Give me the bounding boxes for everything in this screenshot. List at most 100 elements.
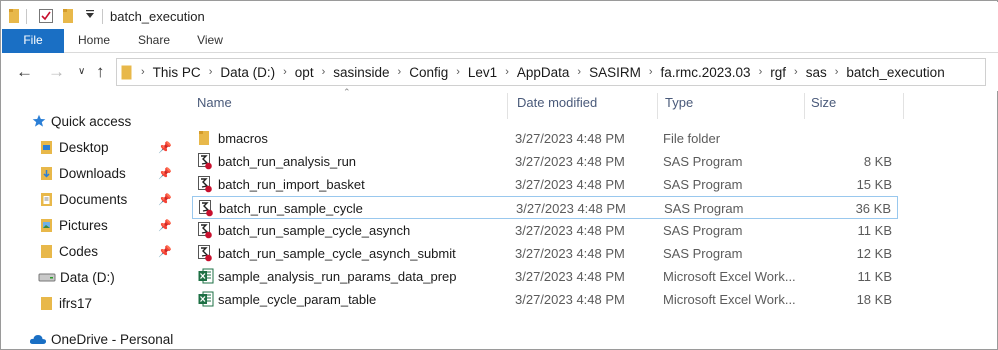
breadcrumb-batch-execution[interactable]: batch_execution xyxy=(843,65,947,80)
nav-item-label: Data (D:) xyxy=(60,269,115,285)
column-divider[interactable] xyxy=(507,93,508,119)
file-name: batch_run_sample_cycle xyxy=(219,201,363,216)
breadcrumb-fa-rmc[interactable]: fa.rmc.2023.03 xyxy=(658,65,754,80)
chevron-right-icon[interactable]: › xyxy=(278,66,292,78)
excel-icon xyxy=(198,291,214,310)
file-date: 3/27/2023 4:48 PM xyxy=(515,223,625,238)
file-row[interactable]: batch_run_sample_cycle_asynch_submit 3/2… xyxy=(192,242,898,265)
nav-item-label: ifrs17 xyxy=(59,295,93,311)
pin-icon[interactable]: 📌 xyxy=(158,141,172,154)
up-arrow-icon[interactable]: ↑ xyxy=(96,62,105,82)
column-divider[interactable] xyxy=(657,93,658,119)
new-folder-icon[interactable] xyxy=(62,8,74,27)
nav-item-data-drive[interactable]: Data (D:) xyxy=(38,265,115,289)
nav-item-pictures[interactable]: Pictures xyxy=(40,213,108,237)
sas-program-icon xyxy=(199,200,213,220)
file-row[interactable]: batch_run_sample_cycle_asynch 3/27/2023 … xyxy=(192,219,898,242)
pin-icon[interactable]: 📌 xyxy=(158,219,172,232)
breadcrumb-lev1[interactable]: Lev1 xyxy=(465,65,500,80)
file-size: 11 KB xyxy=(857,223,892,238)
back-arrow-icon[interactable]: ← xyxy=(16,62,33,82)
column-divider[interactable] xyxy=(804,93,805,119)
breadcrumb-rgf[interactable]: rgf xyxy=(767,65,789,80)
tab-file[interactable]: File xyxy=(2,29,64,53)
column-header-date[interactable]: Date modified xyxy=(517,95,597,117)
pin-icon[interactable]: 📌 xyxy=(158,245,172,258)
column-divider[interactable] xyxy=(903,93,904,119)
chevron-right-icon[interactable]: › xyxy=(789,66,803,78)
nav-item-label: OneDrive - Personal xyxy=(51,331,174,347)
breadcrumb-sas[interactable]: sas xyxy=(803,65,830,80)
chevron-right-icon[interactable]: › xyxy=(136,66,150,78)
file-date: 3/27/2023 4:48 PM xyxy=(515,246,625,261)
column-header-type[interactable]: Type xyxy=(665,95,693,117)
chevron-right-icon[interactable]: › xyxy=(830,66,844,78)
ribbon-tabs: File Home Share View xyxy=(2,29,998,53)
file-name: batch_run_sample_cycle_asynch xyxy=(218,223,411,238)
breadcrumb-this-pc[interactable]: This PC xyxy=(150,65,204,80)
chevron-right-icon[interactable]: › xyxy=(451,66,465,78)
pin-icon[interactable]: 📌 xyxy=(158,193,172,206)
tab-share[interactable]: Share xyxy=(130,29,178,53)
file-row-selected[interactable]: batch_run_sample_cycle 3/27/2023 4:48 PM… xyxy=(192,196,898,219)
chevron-right-icon[interactable]: › xyxy=(204,66,218,78)
nav-quick-access[interactable]: Quick access xyxy=(32,109,131,133)
file-date: 3/27/2023 4:48 PM xyxy=(515,269,625,284)
chevron-right-icon[interactable]: › xyxy=(393,66,407,78)
file-row[interactable]: batch_run_analysis_run 3/27/2023 4:48 PM… xyxy=(192,150,898,173)
file-row[interactable]: batch_run_import_basket 3/27/2023 4:48 P… xyxy=(192,173,898,196)
documents-folder-icon xyxy=(40,192,53,207)
column-header-size[interactable]: Size xyxy=(811,95,836,117)
folder-icon[interactable] xyxy=(8,8,20,27)
breadcrumb-config[interactable]: Config xyxy=(406,65,451,80)
navigation-bar: ← → ∨ ↑ › This PC › Data (D:) › opt › sa… xyxy=(2,53,998,91)
breadcrumb-data-drive[interactable]: Data (D:) xyxy=(217,65,278,80)
breadcrumb-opt[interactable]: opt xyxy=(292,65,317,80)
tab-view[interactable]: View xyxy=(188,29,232,53)
cloud-icon xyxy=(29,333,47,345)
customize-toolbar-dropdown-icon[interactable] xyxy=(85,8,95,23)
chevron-right-icon[interactable]: › xyxy=(754,66,768,78)
file-date: 3/27/2023 4:48 PM xyxy=(516,201,626,216)
nav-item-desktop[interactable]: Desktop xyxy=(40,135,109,159)
pin-icon[interactable]: 📌 xyxy=(158,167,172,180)
file-type: SAS Program xyxy=(664,201,744,216)
nav-item-documents[interactable]: Documents xyxy=(40,187,127,211)
forward-arrow-icon[interactable]: → xyxy=(48,62,65,82)
properties-icon[interactable] xyxy=(38,8,54,27)
folder-icon xyxy=(198,130,210,149)
navigation-pane: Quick access Desktop 📌 Downloads 📌 Docum… xyxy=(2,91,177,349)
file-row[interactable]: sample_cycle_param_table 3/27/2023 4:48 … xyxy=(192,288,898,311)
nav-item-ifrs17[interactable]: ifrs17 xyxy=(40,291,92,315)
file-type: Microsoft Excel Work... xyxy=(663,269,796,284)
file-row[interactable]: sample_analysis_run_params_data_prep 3/2… xyxy=(192,265,898,288)
chevron-right-icon[interactable]: › xyxy=(572,66,586,78)
folder-icon xyxy=(40,244,53,259)
file-size: 8 KB xyxy=(863,154,892,169)
recent-locations-chevron-icon[interactable]: ∨ xyxy=(78,66,85,77)
address-bar[interactable]: › This PC › Data (D:) › opt › sasinside … xyxy=(116,58,986,86)
file-size: 11 KB xyxy=(857,269,892,284)
star-icon xyxy=(32,114,46,128)
file-row[interactable]: bmacros 3/27/2023 4:48 PM File folder xyxy=(192,127,898,150)
breadcrumb-sasinside[interactable]: sasinside xyxy=(330,65,392,80)
chevron-right-icon[interactable]: › xyxy=(644,66,658,78)
file-date: 3/27/2023 4:48 PM xyxy=(515,292,625,307)
breadcrumb-sasirm[interactable]: SASIRM xyxy=(586,65,644,80)
drive-icon xyxy=(38,271,56,283)
file-name: sample_cycle_param_table xyxy=(218,292,377,307)
chevron-right-icon[interactable]: › xyxy=(317,66,331,78)
file-type: SAS Program xyxy=(663,154,743,169)
tab-home[interactable]: Home xyxy=(70,29,118,53)
column-header-name[interactable]: Name xyxy=(197,95,232,117)
nav-item-codes[interactable]: Codes xyxy=(40,239,98,263)
breadcrumb-appdata[interactable]: AppData xyxy=(514,65,573,80)
file-type: SAS Program xyxy=(663,177,743,192)
sort-ascending-icon: ⌃ xyxy=(343,87,351,97)
chevron-right-icon[interactable]: › xyxy=(500,66,514,78)
nav-item-label: Documents xyxy=(59,191,128,207)
sas-program-icon xyxy=(198,176,212,196)
nav-item-onedrive[interactable]: OneDrive - Personal xyxy=(29,327,173,350)
nav-item-downloads[interactable]: Downloads xyxy=(40,161,126,185)
file-name: bmacros xyxy=(218,131,268,146)
